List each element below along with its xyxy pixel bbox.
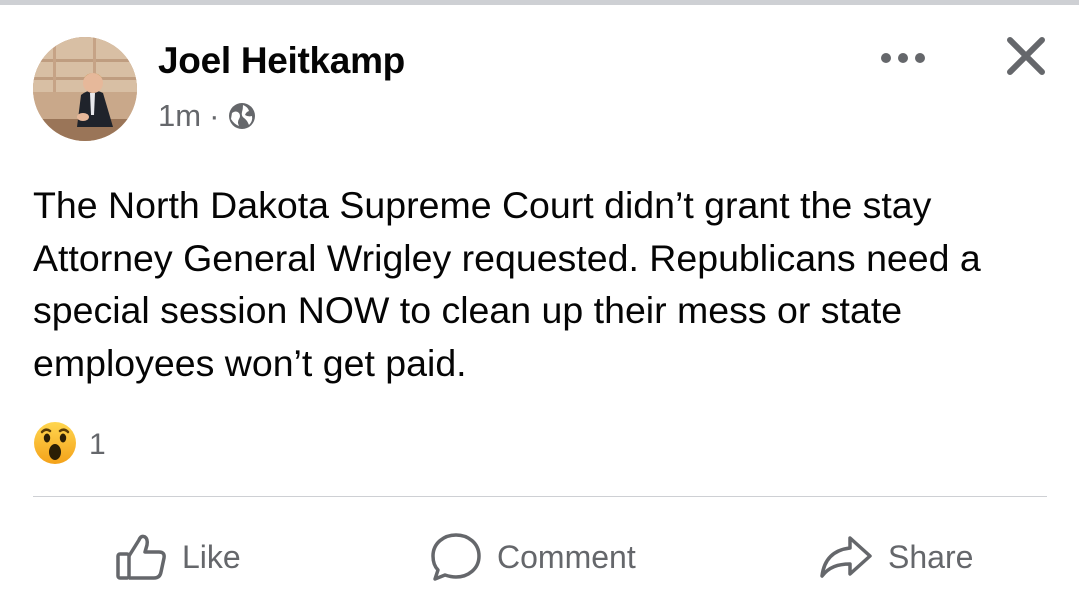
comment-bubble-icon <box>429 531 483 583</box>
wow-icon <box>33 421 77 470</box>
post-meta: 1m · <box>158 98 257 134</box>
meta-separator: · <box>209 98 220 133</box>
share-arrow-icon <box>818 534 874 580</box>
globe-icon[interactable] <box>227 101 257 131</box>
reaction-count: 1 <box>89 428 106 461</box>
post-text: The North Dakota Supreme Court didn’t gr… <box>33 184 992 384</box>
comment-label: Comment <box>497 538 636 575</box>
actions-divider <box>33 496 1047 497</box>
share-label: Share <box>888 538 974 575</box>
like-label: Like <box>182 538 241 575</box>
top-border <box>0 0 1079 5</box>
post-time[interactable]: 1m <box>158 98 201 134</box>
reactions-summary[interactable]: 1 <box>33 421 106 470</box>
thumbs-up-icon <box>114 532 168 582</box>
avatar[interactable] <box>33 37 137 141</box>
more-options-icon[interactable] <box>878 44 928 72</box>
close-icon[interactable] <box>1003 33 1049 79</box>
avatar-photo <box>33 37 137 141</box>
like-button[interactable]: Like <box>114 522 241 592</box>
share-button[interactable]: Share <box>818 522 973 592</box>
comment-button[interactable]: Comment <box>429 522 636 592</box>
author-name[interactable]: Joel Heitkamp <box>158 40 405 82</box>
